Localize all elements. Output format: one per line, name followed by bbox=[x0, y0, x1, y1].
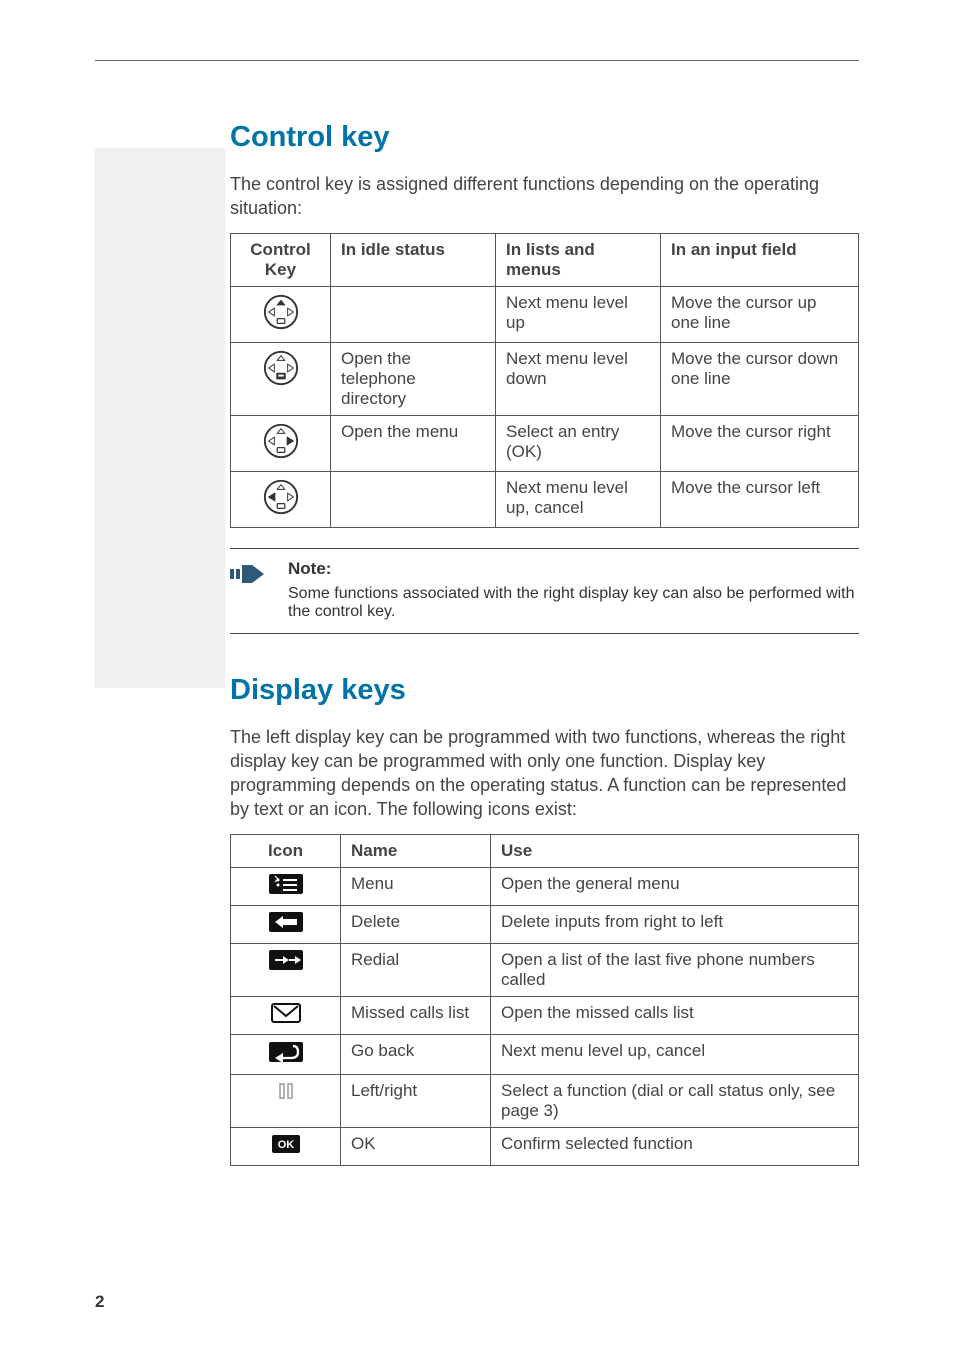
cell: Missed calls list bbox=[341, 996, 491, 1034]
cell: Go back bbox=[341, 1034, 491, 1074]
col-control-key: Control Key bbox=[231, 233, 331, 286]
table-row: Next menu level up, cancel Move the curs… bbox=[231, 471, 859, 527]
menu-icon bbox=[231, 867, 341, 905]
note-body: Some functions associated with the right… bbox=[288, 585, 855, 620]
table-row: Go back Next menu level up, cancel bbox=[231, 1034, 859, 1074]
note-label: Note: bbox=[288, 559, 859, 579]
col-lists: In lists and menus bbox=[496, 233, 661, 286]
cell: Move the cursor right bbox=[661, 415, 859, 471]
cell: Delete bbox=[341, 905, 491, 943]
control-key-up-icon bbox=[231, 286, 331, 342]
col-idle: In idle status bbox=[331, 233, 496, 286]
display-keys-table: Icon Name Use Menu Open the general menu… bbox=[230, 834, 859, 1166]
cell: Move the cursor left bbox=[661, 471, 859, 527]
heading-display-keys: Display keys bbox=[230, 674, 859, 707]
cell: Open the menu bbox=[331, 415, 496, 471]
cell: Open the telephone directory bbox=[331, 342, 496, 415]
table-row: OK OK Confirm selected function bbox=[231, 1127, 859, 1165]
cell: Select an entry (OK) bbox=[496, 415, 661, 471]
note-block: Note: Some functions associated with the… bbox=[230, 548, 859, 634]
table-row: Open the telephone directory Next menu l… bbox=[231, 342, 859, 415]
table-row: Menu Open the general menu bbox=[231, 867, 859, 905]
sidebar-shade bbox=[95, 148, 225, 688]
missed-calls-icon bbox=[231, 996, 341, 1034]
col-name: Name bbox=[341, 834, 491, 867]
page-number: 2 bbox=[95, 1292, 104, 1312]
left-right-icon bbox=[231, 1074, 341, 1127]
heading-control-key: Control key bbox=[230, 121, 859, 154]
cell: Next menu level up bbox=[496, 286, 661, 342]
cell: Next menu level down bbox=[496, 342, 661, 415]
control-key-right-icon bbox=[231, 415, 331, 471]
cell: Open the missed calls list bbox=[491, 996, 859, 1034]
cell: Redial bbox=[341, 943, 491, 996]
table-header-row: Control Key In idle status In lists and … bbox=[231, 233, 859, 286]
col-use: Use bbox=[491, 834, 859, 867]
table-row: Next menu level up Move the cursor up on… bbox=[231, 286, 859, 342]
table-header-row: Icon Name Use bbox=[231, 834, 859, 867]
control-key-left-icon bbox=[231, 471, 331, 527]
cell: Confirm selected function bbox=[491, 1127, 859, 1165]
table-row: Left/right Select a function (dial or ca… bbox=[231, 1074, 859, 1127]
note-text: Note: Some functions associated with the… bbox=[288, 559, 859, 621]
cell: Left/right bbox=[341, 1074, 491, 1127]
cell: OK bbox=[341, 1127, 491, 1165]
intro-display-keys: The left display key can be programmed w… bbox=[230, 725, 859, 822]
top-rule bbox=[95, 60, 859, 61]
cell: Select a function (dial or call status o… bbox=[491, 1074, 859, 1127]
ok-icon: OK bbox=[231, 1127, 341, 1165]
cell: Move the cursor up one line bbox=[661, 286, 859, 342]
cell bbox=[331, 286, 496, 342]
table-row: Delete Delete inputs from right to left bbox=[231, 905, 859, 943]
note-arrow-icon bbox=[230, 562, 268, 591]
table-row: Open the menu Select an entry (OK) Move … bbox=[231, 415, 859, 471]
control-key-table: Control Key In idle status In lists and … bbox=[230, 233, 859, 528]
table-row: Redial Open a list of the last five phon… bbox=[231, 943, 859, 996]
go-back-icon bbox=[231, 1034, 341, 1074]
cell bbox=[331, 471, 496, 527]
delete-icon bbox=[231, 905, 341, 943]
cell: Next menu level up, cancel bbox=[496, 471, 661, 527]
cell: Move the cursor down one line bbox=[661, 342, 859, 415]
intro-control-key: The control key is assigned different fu… bbox=[230, 172, 859, 221]
redial-icon bbox=[231, 943, 341, 996]
svg-text:OK: OK bbox=[277, 1139, 294, 1151]
col-input: In an input field bbox=[661, 233, 859, 286]
cell: Open a list of the last five phone numbe… bbox=[491, 943, 859, 996]
cell: Delete inputs from right to left bbox=[491, 905, 859, 943]
cell: Open the general menu bbox=[491, 867, 859, 905]
cell: Next menu level up, cancel bbox=[491, 1034, 859, 1074]
cell: Menu bbox=[341, 867, 491, 905]
control-key-down-icon bbox=[231, 342, 331, 415]
table-row: Missed calls list Open the missed calls … bbox=[231, 996, 859, 1034]
col-icon: Icon bbox=[231, 834, 341, 867]
